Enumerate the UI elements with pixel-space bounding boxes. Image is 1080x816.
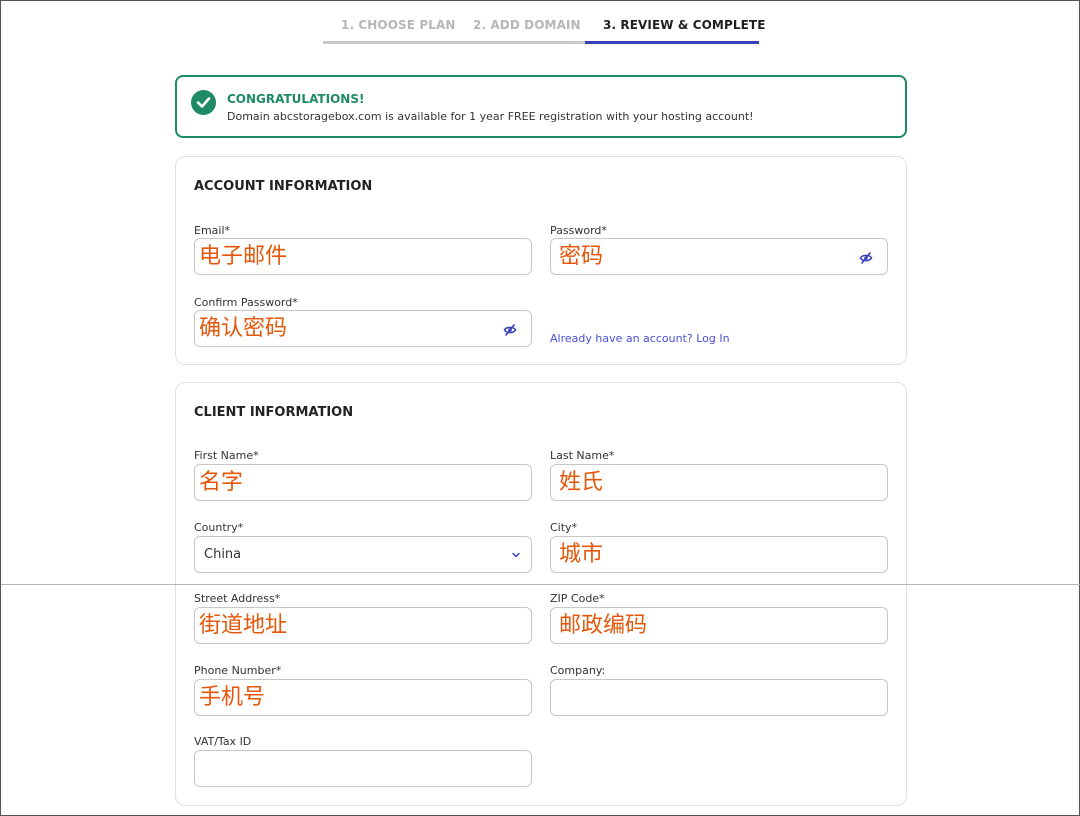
first-name-value: 名字 [199, 470, 244, 495]
password-label: Password* [550, 224, 607, 237]
last-name-field[interactable]: 姓氏 [550, 464, 888, 501]
last-name-label: Last Name* [550, 449, 615, 462]
first-name-field[interactable]: 名字 [194, 464, 532, 501]
city-value: 城市 [559, 542, 604, 567]
confirm-password-label: Confirm Password* [194, 296, 298, 309]
account-information-card: ACCOUNT INFORMATION Email* 电子邮件 Password… [175, 156, 907, 365]
first-name-label: First Name* [194, 449, 259, 462]
phone-number-field[interactable]: 手机号 [194, 679, 532, 716]
step-review-complete[interactable]: 3. REVIEW & COMPLETE [603, 18, 766, 32]
country-label: Country* [194, 521, 244, 534]
confirm-password-field[interactable]: 确认密码 [194, 310, 532, 347]
check-circle-icon [191, 90, 216, 115]
congratulations-banner: CONGRATULATIONS! Domain abcstoragebox.co… [175, 75, 907, 138]
email-value: 电子邮件 [199, 244, 288, 269]
zip-code-value: 邮政编码 [559, 613, 648, 638]
email-field[interactable]: 电子邮件 [194, 238, 532, 275]
page-divider [1, 584, 1080, 585]
eye-slash-icon[interactable] [503, 323, 517, 337]
street-address-value: 街道地址 [199, 613, 288, 638]
country-value: China [204, 547, 242, 562]
eye-slash-icon[interactable] [859, 251, 873, 265]
street-address-label: Street Address* [194, 592, 281, 605]
step-progress-track [323, 41, 585, 44]
vat-tax-id-field[interactable] [194, 750, 532, 787]
confirm-password-value: 确认密码 [199, 316, 288, 341]
password-field[interactable]: 密码 [550, 238, 888, 275]
account-information-title: ACCOUNT INFORMATION [194, 179, 373, 194]
chevron-down-icon [512, 552, 520, 558]
street-address-field[interactable]: 街道地址 [194, 607, 532, 644]
last-name-value: 姓氏 [559, 470, 604, 495]
phone-number-value: 手机号 [199, 685, 266, 710]
vat-tax-id-label: VAT/Tax ID [194, 735, 252, 748]
client-information-title: CLIENT INFORMATION [194, 405, 354, 420]
company-field[interactable] [550, 679, 888, 716]
step-add-domain[interactable]: 2. ADD DOMAIN [473, 18, 581, 32]
client-information-card: CLIENT INFORMATION First Name* 名字 Last N… [175, 382, 907, 806]
login-link[interactable]: Already have an account? Log In [550, 332, 730, 345]
phone-number-label: Phone Number* [194, 664, 282, 677]
city-label: City* [550, 521, 578, 534]
step-indicator: 1. CHOOSE PLAN 2. ADD DOMAIN 3. REVIEW &… [323, 1, 765, 45]
email-label: Email* [194, 224, 231, 237]
zip-code-field[interactable]: 邮政编码 [550, 607, 888, 644]
banner-message: Domain abcstoragebox.com is available fo… [227, 110, 754, 123]
banner-title: CONGRATULATIONS! [227, 92, 365, 106]
country-select[interactable]: China [194, 536, 532, 573]
step-progress-active [585, 41, 759, 44]
zip-code-label: ZIP Code* [550, 592, 605, 605]
city-field[interactable]: 城市 [550, 536, 888, 573]
step-choose-plan[interactable]: 1. CHOOSE PLAN [341, 18, 456, 32]
password-value: 密码 [559, 244, 604, 269]
company-label: Company: [550, 664, 606, 677]
